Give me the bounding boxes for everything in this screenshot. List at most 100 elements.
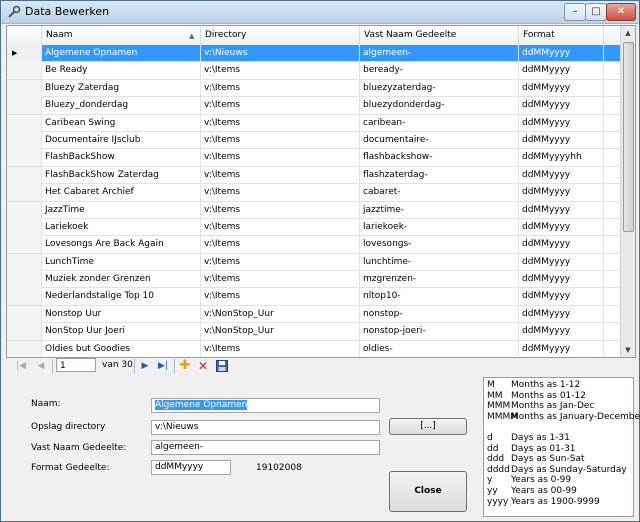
vast-naam-cell[interactable]: jazztime- — [360, 201, 519, 219]
naam-cell[interactable]: Muziek zonder Grenzen — [42, 271, 201, 289]
format-cell[interactable]: ddMMyyyy — [519, 218, 604, 236]
directory-cell[interactable]: v:\Items — [201, 340, 360, 357]
format-cell[interactable]: ddMMyyyy — [519, 131, 604, 149]
naam-cell[interactable]: Documentaire IJsclub — [42, 131, 201, 149]
table-row[interactable]: Bluezy Zaterdag v:\Items bluezyzaterdag-dd… — [7, 79, 620, 98]
table-row[interactable]: Bluezy_donderdag v:\Items bluezydonderdag-… — [7, 97, 620, 115]
row-header[interactable] — [7, 149, 42, 167]
naam-cell[interactable]: Algemene Opnamen — [42, 45, 201, 62]
vast-naam-cell[interactable]: oldies- — [360, 340, 519, 357]
directory-cell[interactable]: v:\Items — [201, 149, 360, 167]
scroll-down-icon[interactable]: ▼ — [621, 343, 635, 357]
format-cell[interactable]: ddMMyyyy — [519, 166, 604, 184]
move-last-icon[interactable]: ▶| — [156, 359, 170, 373]
vertical-scrollbar[interactable]: ▲ ▼ — [620, 26, 635, 357]
directory-cell[interactable]: v:\Items — [201, 288, 360, 306]
table-row[interactable]: Documentaire IJsclub v:\Items documentaire… — [7, 131, 620, 150]
vast-naam-cell[interactable]: mzgrenzen- — [360, 271, 519, 289]
format-cell[interactable]: ddMMyyyy — [519, 62, 604, 80]
naam-cell[interactable]: FlashBackShow Zaterdag — [42, 166, 201, 184]
naam-cell[interactable]: Bluezy_donderdag — [42, 97, 201, 115]
row-header[interactable] — [7, 201, 42, 219]
format-cell[interactable]: ddMMyyyy — [519, 97, 604, 115]
row-header[interactable] — [7, 114, 42, 132]
close-button[interactable]: Close — [389, 471, 467, 512]
directory-cell[interactable]: v:\Items — [201, 253, 360, 271]
table-row[interactable]: LunchTime v:\Items lunchtime-ddMMyyyy — [7, 253, 620, 272]
naam-cell[interactable]: FlashBackShow — [42, 149, 201, 167]
row-header[interactable] — [7, 340, 42, 357]
naam-cell[interactable]: Lovesongs Are Back Again — [42, 236, 201, 254]
format-cell[interactable]: ddMMyyyy — [519, 114, 604, 132]
table-row[interactable]: Lovesongs Are Back Again v:\Items lovesong… — [7, 236, 620, 254]
directory-cell[interactable]: v:\Nieuws — [201, 45, 360, 62]
vast-naam-cell[interactable]: nonstop-joeri- — [360, 323, 519, 341]
format-cell[interactable]: ddMMyyyy — [519, 184, 604, 202]
row-header[interactable] — [7, 184, 42, 202]
directory-cell[interactable]: v:\Items — [201, 166, 360, 184]
close-window-button[interactable]: ✕ — [606, 3, 636, 21]
row-header[interactable] — [7, 236, 42, 254]
row-header[interactable]: ▶ — [7, 45, 42, 62]
directory-cell[interactable]: v:\Items — [201, 236, 360, 254]
directory-cell[interactable]: v:\Items — [201, 62, 360, 80]
table-row[interactable]: Lariekoek v:\Items lariekoek-ddMMyyyy — [7, 218, 620, 237]
vast-naam-cell[interactable]: bluezydonderdag- — [360, 97, 519, 115]
directory-cell[interactable]: v:\Items — [201, 184, 360, 202]
vast-naam-cell[interactable]: lovesongs- — [360, 236, 519, 254]
naam-cell[interactable]: LunchTime — [42, 253, 201, 271]
row-header[interactable] — [7, 253, 42, 271]
table-row[interactable]: Het Cabaret Archief v:\Items cabaret-ddMMy… — [7, 184, 620, 202]
naam-cell[interactable]: Het Cabaret Archief — [42, 184, 201, 202]
vast-naam-cell[interactable]: caribean- — [360, 114, 519, 132]
directory-cell[interactable]: v:\Items — [201, 114, 360, 132]
opslag-directory-input[interactable]: v:\Nieuws — [151, 420, 380, 435]
directory-cell[interactable]: v:\NonStop_Uur — [201, 323, 360, 341]
row-header[interactable] — [7, 288, 42, 306]
naam-cell[interactable]: Nederlandstalige Top 10 — [42, 288, 201, 306]
vast-naam-cell[interactable]: beready- — [360, 62, 519, 80]
table-row[interactable]: Oldies but Goodies v:\Items oldies-ddMMyyy… — [7, 340, 620, 357]
vast-naam-cell[interactable]: nltop10- — [360, 288, 519, 306]
maximize-button[interactable]: □ — [585, 3, 607, 21]
add-new-icon[interactable]: ✚ — [178, 359, 192, 373]
row-header[interactable] — [7, 79, 42, 97]
directory-cell[interactable]: v:\Items — [201, 131, 360, 149]
row-header[interactable] — [7, 131, 42, 149]
vast-naam-input[interactable]: algemeen- — [151, 440, 380, 455]
naam-cell[interactable]: JazzTime — [42, 201, 201, 219]
directory-cell[interactable]: v:\Items — [201, 201, 360, 219]
format-cell[interactable]: ddMMyyyy — [519, 201, 604, 219]
vast-naam-cell[interactable]: algemeen- — [360, 45, 519, 62]
move-first-icon[interactable]: |◀ — [14, 359, 28, 373]
vast-naam-cell[interactable]: flashbackshow- — [360, 149, 519, 167]
save-icon[interactable] — [216, 360, 228, 372]
row-header[interactable] — [7, 271, 42, 289]
row-header[interactable] — [7, 305, 42, 323]
vast-naam-cell[interactable]: nonstop- — [360, 305, 519, 323]
format-cell[interactable]: ddMMyyyy — [519, 305, 604, 323]
table-row[interactable]: Muziek zonder Grenzen v:\Items mzgrenzen-d… — [7, 271, 620, 289]
naam-cell[interactable]: Nonstop Uur — [42, 305, 201, 323]
browse-button[interactable]: [...] — [389, 418, 467, 435]
table-row[interactable]: ▶ Algemene Opnamen v:\Nieuws algemeen-ddMMy… — [7, 45, 620, 63]
naam-cell[interactable]: Caribean Swing — [42, 114, 201, 132]
format-cell[interactable]: ddMMyyyy — [519, 271, 604, 289]
directory-cell[interactable]: v:\NonStop_Uur — [201, 305, 360, 323]
row-header[interactable] — [7, 218, 42, 236]
table-row[interactable]: Caribean Swing v:\Items caribean-ddMMyyyy — [7, 114, 620, 132]
row-header[interactable] — [7, 97, 42, 115]
table-row[interactable]: FlashBackShow Zaterdag v:\Items flashzater… — [7, 166, 620, 185]
vast-naam-cell[interactable]: lunchtime- — [360, 253, 519, 271]
format-cell[interactable]: ddMMyyyy — [519, 45, 604, 62]
column-header-directory[interactable]: Directory — [201, 26, 360, 45]
directory-cell[interactable]: v:\Items — [201, 271, 360, 289]
format-cell[interactable]: ddMMyyyyhh — [519, 149, 604, 167]
format-cell[interactable]: ddMMyyyy — [519, 288, 604, 306]
vast-naam-cell[interactable]: cabaret- — [360, 184, 519, 202]
table-row[interactable]: JazzTime v:\Items jazztime-ddMMyyyy — [7, 201, 620, 219]
naam-input[interactable]: Algemene Opnamen — [151, 398, 380, 413]
table-row[interactable]: NonStop Uur Joeri v:\NonStop_Uur nonstop-j… — [7, 323, 620, 341]
column-header-format[interactable]: Format — [519, 26, 604, 45]
directory-cell[interactable]: v:\Items — [201, 218, 360, 236]
